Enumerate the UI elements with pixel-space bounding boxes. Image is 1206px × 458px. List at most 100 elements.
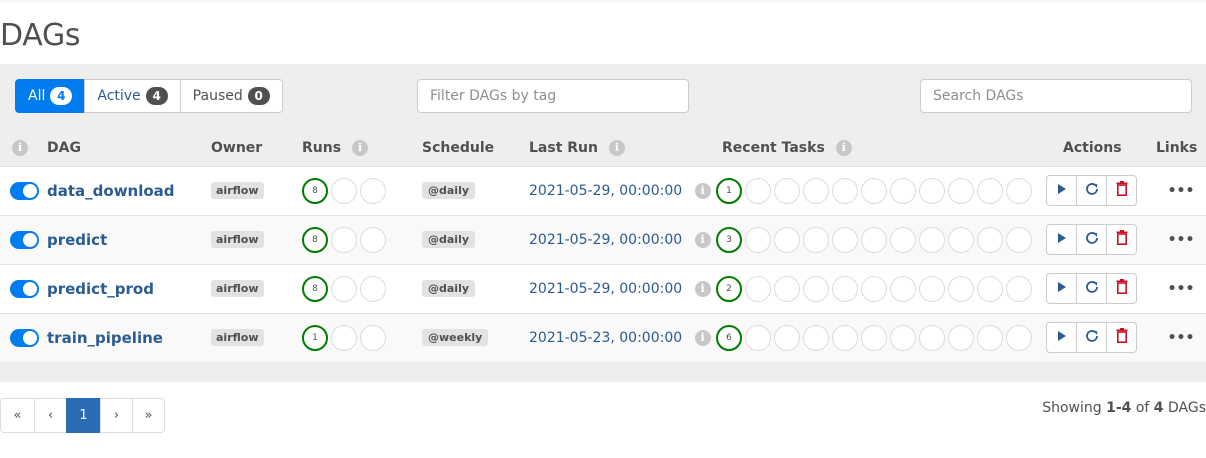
task-state-circle[interactable] — [1006, 275, 1032, 302]
run-state-circle[interactable] — [360, 275, 386, 302]
task-success-circle[interactable]: 2 — [716, 275, 742, 302]
tag-filter-input[interactable]: Filter DAGs by tag — [417, 79, 689, 113]
task-state-circle[interactable] — [919, 275, 945, 302]
info-icon[interactable]: i — [12, 139, 28, 156]
owner-badge[interactable]: airflow — [211, 329, 264, 347]
task-state-circle[interactable] — [774, 275, 800, 302]
run-state-circle[interactable] — [360, 177, 386, 204]
task-state-circle[interactable] — [948, 177, 974, 204]
last-run-info-icon[interactable]: i — [694, 231, 711, 248]
page-current-button[interactable]: 1 — [66, 398, 101, 433]
task-state-circle[interactable] — [919, 324, 945, 351]
last-run-info-icon[interactable]: i — [608, 139, 625, 156]
task-state-circle[interactable] — [890, 275, 916, 302]
last-run-link[interactable]: 2021-05-29, 00:00:00 — [529, 183, 682, 199]
run-success-circle[interactable]: 1 — [302, 324, 328, 351]
delete-dag-button[interactable] — [1106, 322, 1137, 354]
task-state-circle[interactable] — [861, 275, 887, 302]
run-success-circle[interactable]: 8 — [302, 226, 328, 253]
filter-paused-button[interactable]: Paused 0 — [179, 79, 283, 113]
last-run-link[interactable]: 2021-05-29, 00:00:00 — [529, 281, 682, 297]
header-schedule[interactable]: Schedule — [422, 130, 529, 166]
refresh-dag-button[interactable] — [1076, 175, 1107, 206]
trigger-dag-button[interactable] — [1046, 273, 1077, 304]
page-first-button[interactable]: « — [0, 398, 35, 433]
task-state-circle[interactable] — [1006, 177, 1032, 204]
owner-badge[interactable]: airflow — [211, 182, 264, 199]
task-state-circle[interactable] — [745, 177, 771, 204]
refresh-dag-button[interactable] — [1076, 322, 1107, 354]
task-success-circle[interactable]: 6 — [716, 324, 742, 351]
dag-link[interactable]: data_download — [47, 182, 175, 200]
delete-dag-button[interactable] — [1106, 224, 1137, 255]
task-state-circle[interactable] — [1006, 226, 1032, 253]
search-dags-input[interactable]: Search DAGs — [920, 79, 1192, 113]
task-state-circle[interactable] — [890, 324, 916, 351]
owner-badge[interactable]: airflow — [211, 231, 264, 248]
schedule-badge[interactable]: @weekly — [422, 329, 489, 347]
task-state-circle[interactable] — [948, 226, 974, 253]
filter-active-button[interactable]: Active 4 — [84, 79, 181, 113]
task-state-circle[interactable] — [861, 324, 887, 351]
run-state-circle[interactable] — [331, 324, 357, 351]
page-next-button[interactable]: › — [100, 398, 133, 433]
task-state-circle[interactable] — [861, 226, 887, 253]
recent-tasks-info-icon[interactable]: i — [835, 139, 852, 156]
run-success-circle[interactable]: 8 — [302, 275, 328, 302]
run-state-circle[interactable] — [331, 275, 357, 302]
task-state-circle[interactable] — [745, 324, 771, 351]
run-state-circle[interactable] — [360, 324, 386, 351]
task-state-circle[interactable] — [977, 177, 1003, 204]
more-links-icon[interactable]: ••• — [1168, 281, 1195, 297]
refresh-dag-button[interactable] — [1076, 224, 1107, 255]
task-state-circle[interactable] — [803, 324, 829, 351]
schedule-badge[interactable]: @daily — [422, 231, 476, 248]
task-state-circle[interactable] — [919, 226, 945, 253]
page-prev-button[interactable]: ‹ — [34, 398, 67, 433]
task-state-circle[interactable] — [919, 177, 945, 204]
task-state-circle[interactable] — [803, 226, 829, 253]
more-links-icon[interactable]: ••• — [1168, 183, 1195, 199]
last-run-link[interactable]: 2021-05-23, 00:00:00 — [529, 330, 682, 346]
filter-all-button[interactable]: All 4 — [15, 79, 86, 113]
task-state-circle[interactable] — [890, 177, 916, 204]
dag-link[interactable]: predict_prod — [47, 280, 154, 298]
owner-badge[interactable]: airflow — [211, 280, 264, 297]
task-state-circle[interactable] — [803, 177, 829, 204]
run-state-circle[interactable] — [360, 226, 386, 253]
schedule-badge[interactable]: @daily — [422, 280, 476, 297]
task-state-circle[interactable] — [861, 177, 887, 204]
last-run-info-icon[interactable]: i — [694, 329, 711, 346]
header-owner[interactable]: Owner — [211, 130, 302, 166]
task-state-circle[interactable] — [745, 275, 771, 302]
trigger-dag-button[interactable] — [1046, 224, 1077, 255]
run-state-circle[interactable] — [331, 177, 357, 204]
header-dag[interactable]: DAG — [47, 130, 211, 166]
page-last-button[interactable]: » — [132, 398, 165, 433]
task-state-circle[interactable] — [977, 324, 1003, 351]
delete-dag-button[interactable] — [1106, 273, 1137, 304]
task-state-circle[interactable] — [890, 226, 916, 253]
task-state-circle[interactable] — [832, 324, 858, 351]
task-state-circle[interactable] — [774, 324, 800, 351]
dag-link[interactable]: train_pipeline — [47, 329, 163, 347]
trigger-dag-button[interactable] — [1046, 322, 1077, 354]
delete-dag-button[interactable] — [1106, 175, 1137, 206]
schedule-badge[interactable]: @daily — [422, 182, 476, 199]
pause-toggle[interactable] — [10, 279, 39, 298]
task-state-circle[interactable] — [774, 177, 800, 204]
last-run-link[interactable]: 2021-05-29, 00:00:00 — [529, 232, 682, 248]
runs-info-icon[interactable]: i — [351, 139, 368, 156]
pause-toggle[interactable] — [10, 230, 39, 249]
dag-link[interactable]: predict — [47, 231, 107, 249]
more-links-icon[interactable]: ••• — [1168, 330, 1195, 346]
refresh-dag-button[interactable] — [1076, 273, 1107, 304]
task-state-circle[interactable] — [832, 275, 858, 302]
more-links-icon[interactable]: ••• — [1168, 232, 1195, 248]
pause-toggle[interactable] — [10, 328, 39, 347]
pause-toggle[interactable] — [10, 181, 39, 200]
task-state-circle[interactable] — [948, 324, 974, 351]
last-run-info-icon[interactable]: i — [694, 280, 711, 297]
task-state-circle[interactable] — [977, 226, 1003, 253]
task-state-circle[interactable] — [832, 226, 858, 253]
